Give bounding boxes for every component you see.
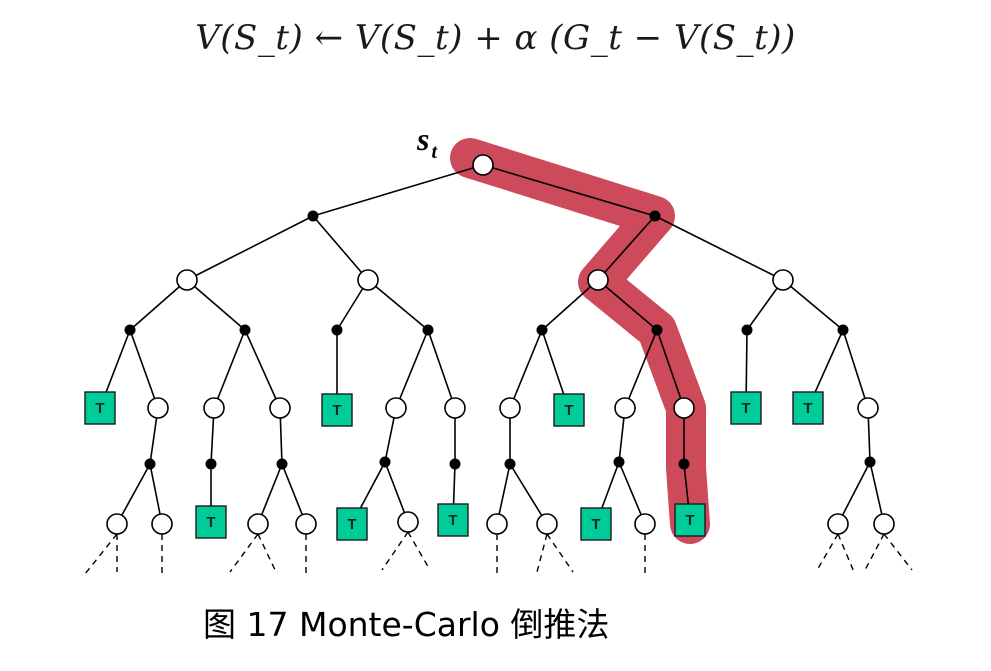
action-node <box>649 210 661 222</box>
terminal-node: T <box>336 507 368 541</box>
state-node <box>536 513 558 535</box>
tree-edge <box>367 279 429 331</box>
state-node <box>827 513 849 535</box>
action-node <box>741 324 753 336</box>
state-node <box>857 397 879 419</box>
state-node <box>499 397 521 419</box>
terminal-node: T <box>321 393 353 427</box>
action-node <box>678 458 690 470</box>
continuation-dash <box>536 533 548 573</box>
continuation-dash <box>863 533 885 573</box>
action-node <box>307 210 319 222</box>
action-node <box>504 458 516 470</box>
terminal-node: T <box>674 503 706 537</box>
terminal-node: T <box>580 507 612 541</box>
state-node <box>444 397 466 419</box>
state-node <box>295 513 317 535</box>
state-node <box>397 511 419 533</box>
action-node <box>651 324 663 336</box>
state-node <box>203 397 225 419</box>
terminal-label: T <box>564 402 573 419</box>
continuation-dash <box>815 533 839 573</box>
tree-edge <box>213 329 246 409</box>
terminal-node: T <box>730 391 762 425</box>
tree-edge <box>395 329 429 409</box>
action-node <box>422 324 434 336</box>
state-node <box>772 269 794 291</box>
action-node <box>536 324 548 336</box>
tree-edge <box>312 215 369 281</box>
action-node <box>379 456 391 468</box>
terminal-node: T <box>792 391 824 425</box>
continuation-dash <box>84 533 118 575</box>
continuation-dash <box>546 533 574 573</box>
root-state-label: st <box>416 121 438 163</box>
continuation-dash <box>407 531 431 571</box>
state-node <box>176 269 198 291</box>
state-node <box>147 397 169 419</box>
tree-edge <box>782 279 844 331</box>
action-node <box>613 456 625 468</box>
tree-edge <box>312 164 484 217</box>
state-node <box>587 269 609 291</box>
state-node <box>106 513 128 535</box>
action-node <box>144 458 156 470</box>
terminal-label: T <box>741 400 750 417</box>
tree-edge <box>129 279 188 331</box>
state-node <box>269 397 291 419</box>
action-node <box>864 456 876 468</box>
state-node <box>247 513 269 535</box>
tree-edge <box>427 329 456 409</box>
terminal-node: T <box>195 505 227 539</box>
tree-edge <box>842 329 869 409</box>
terminal-label: T <box>95 400 104 417</box>
backup-tree: T T T T T T T T T T st <box>84 121 913 578</box>
tree-edge <box>654 215 784 281</box>
tree-nodes: T T T T T T T T T T <box>84 154 895 541</box>
state-node <box>673 397 695 419</box>
terminal-node: T <box>84 391 116 425</box>
continuation-dash <box>883 533 913 571</box>
state-node <box>385 397 407 419</box>
terminal-label: T <box>685 512 694 529</box>
root-state-node <box>472 154 494 176</box>
state-node <box>151 513 173 535</box>
tree-edge <box>129 329 159 409</box>
tree-edge <box>541 279 599 331</box>
action-node <box>124 324 136 336</box>
action-node <box>239 324 251 336</box>
action-node <box>276 458 288 470</box>
tree-edges <box>99 164 885 525</box>
terminal-label: T <box>332 402 341 419</box>
terminal-label: T <box>347 516 356 533</box>
state-node <box>486 513 508 535</box>
monte-carlo-backup-diagram: V(S_t) ← V(S_t) + α (G_t − V(S_t)) TTTTT… <box>0 0 991 671</box>
action-node <box>331 324 343 336</box>
terminal-node: T <box>437 503 469 537</box>
state-node <box>357 269 379 291</box>
terminal-label: T <box>591 516 600 533</box>
continuation-dash <box>837 533 855 573</box>
continuation-dash <box>229 533 259 573</box>
state-node <box>634 513 656 535</box>
action-node <box>205 458 217 470</box>
terminal-label: T <box>803 400 812 417</box>
figure-caption: 图 17 Monte-Carlo 倒推法 <box>203 605 610 644</box>
terminal-node: T <box>553 393 585 427</box>
action-node <box>449 458 461 470</box>
tree-edge <box>186 215 314 281</box>
tree-edge <box>244 329 281 409</box>
tree-edge <box>509 329 543 409</box>
terminal-label: T <box>206 514 215 531</box>
continuation-dash <box>381 531 409 571</box>
action-node <box>837 324 849 336</box>
state-node <box>873 513 895 535</box>
continuation-dash <box>257 533 277 573</box>
state-node <box>614 397 636 419</box>
tree-edge <box>186 279 246 331</box>
continuation-dashes <box>84 531 913 578</box>
terminal-label: T <box>448 512 457 529</box>
